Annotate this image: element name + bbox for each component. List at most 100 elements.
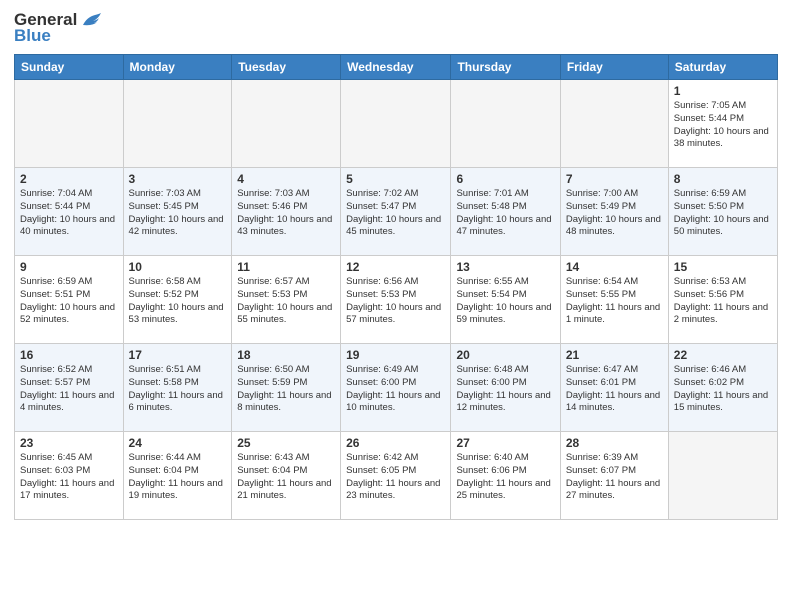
day-info: Sunrise: 6:42 AM Sunset: 6:05 PM Dayligh…	[346, 452, 445, 503]
day-info: Sunrise: 7:02 AM Sunset: 5:47 PM Dayligh…	[346, 188, 445, 239]
calendar-cell: 8 Sunrise: 6:59 AM Sunset: 5:50 PM Daylig…	[668, 168, 777, 256]
calendar-cell	[668, 432, 777, 520]
day-info: Sunrise: 7:01 AM Sunset: 5:48 PM Dayligh…	[456, 188, 554, 239]
day-info: Sunrise: 6:49 AM Sunset: 6:00 PM Dayligh…	[346, 364, 445, 415]
day-info: Sunrise: 6:48 AM Sunset: 6:00 PM Dayligh…	[456, 364, 554, 415]
calendar-week-2: 2 Sunrise: 7:04 AM Sunset: 5:44 PM Daylig…	[15, 168, 778, 256]
calendar-week-5: 23 Sunrise: 6:45 AM Sunset: 6:03 PM Dayli…	[15, 432, 778, 520]
calendar-cell: 5 Sunrise: 7:02 AM Sunset: 5:47 PM Daylig…	[341, 168, 451, 256]
weekday-header-thursday: Thursday	[451, 55, 560, 80]
day-info: Sunrise: 7:03 AM Sunset: 5:46 PM Dayligh…	[237, 188, 335, 239]
calendar-cell: 17 Sunrise: 6:51 AM Sunset: 5:58 PM Dayli…	[123, 344, 232, 432]
day-number: 27	[456, 436, 554, 450]
calendar-cell: 21 Sunrise: 6:47 AM Sunset: 6:01 PM Dayli…	[560, 344, 668, 432]
day-number: 22	[674, 348, 772, 362]
day-number: 23	[20, 436, 118, 450]
weekday-header-tuesday: Tuesday	[232, 55, 341, 80]
header: General Blue	[14, 10, 778, 46]
day-info: Sunrise: 6:47 AM Sunset: 6:01 PM Dayligh…	[566, 364, 663, 415]
calendar-cell: 20 Sunrise: 6:48 AM Sunset: 6:00 PM Dayli…	[451, 344, 560, 432]
day-info: Sunrise: 6:57 AM Sunset: 5:53 PM Dayligh…	[237, 276, 335, 327]
calendar-cell: 3Sunrise: 7:03 AM Sunset: 5:45 PM Daylig…	[123, 168, 232, 256]
calendar-cell: 23 Sunrise: 6:45 AM Sunset: 6:03 PM Dayli…	[15, 432, 124, 520]
day-info: Sunrise: 6:53 AM Sunset: 5:56 PM Dayligh…	[674, 276, 772, 327]
calendar-cell: 16Sunrise: 6:52 AM Sunset: 5:57 PM Dayli…	[15, 344, 124, 432]
day-info: Sunrise: 6:52 AM Sunset: 5:57 PM Dayligh…	[20, 364, 118, 415]
calendar-cell: 9 Sunrise: 6:59 AM Sunset: 5:51 PM Daylig…	[15, 256, 124, 344]
day-number: 3	[129, 172, 227, 186]
calendar-table: SundayMondayTuesdayWednesdayThursdayFrid…	[14, 54, 778, 520]
logo-bird-icon	[81, 11, 103, 29]
calendar-cell: 12 Sunrise: 6:56 AM Sunset: 5:53 PM Dayli…	[341, 256, 451, 344]
day-info: Sunrise: 6:44 AM Sunset: 6:04 PM Dayligh…	[129, 452, 227, 503]
calendar-cell: 27 Sunrise: 6:40 AM Sunset: 6:06 PM Dayli…	[451, 432, 560, 520]
calendar-cell: 4 Sunrise: 7:03 AM Sunset: 5:46 PM Daylig…	[232, 168, 341, 256]
calendar-cell: 14Sunrise: 6:54 AM Sunset: 5:55 PM Dayli…	[560, 256, 668, 344]
page: General Blue SundayMondayTuesdayWednesda…	[0, 0, 792, 612]
day-number: 21	[566, 348, 663, 362]
calendar-cell	[232, 80, 341, 168]
calendar-cell: 26 Sunrise: 6:42 AM Sunset: 6:05 PM Dayli…	[341, 432, 451, 520]
day-info: Sunrise: 6:59 AM Sunset: 5:51 PM Dayligh…	[20, 276, 118, 327]
day-number: 8	[674, 172, 772, 186]
day-number: 28	[566, 436, 663, 450]
calendar-cell	[15, 80, 124, 168]
day-number: 18	[237, 348, 335, 362]
day-number: 25	[237, 436, 335, 450]
calendar-cell: 10 Sunrise: 6:58 AM Sunset: 5:52 PM Dayli…	[123, 256, 232, 344]
calendar-cell: 18 Sunrise: 6:50 AM Sunset: 5:59 PM Dayli…	[232, 344, 341, 432]
day-info: Sunrise: 6:43 AM Sunset: 6:04 PM Dayligh…	[237, 452, 335, 503]
calendar-cell: 22 Sunrise: 6:46 AM Sunset: 6:02 PM Dayli…	[668, 344, 777, 432]
calendar-cell: 25 Sunrise: 6:43 AM Sunset: 6:04 PM Dayli…	[232, 432, 341, 520]
calendar-cell: 28 Sunrise: 6:39 AM Sunset: 6:07 PM Dayli…	[560, 432, 668, 520]
day-info: Sunrise: 6:45 AM Sunset: 6:03 PM Dayligh…	[20, 452, 118, 503]
day-info: Sunrise: 6:56 AM Sunset: 5:53 PM Dayligh…	[346, 276, 445, 327]
day-info: Sunrise: 6:51 AM Sunset: 5:58 PM Dayligh…	[129, 364, 227, 415]
day-number: 10	[129, 260, 227, 274]
day-number: 20	[456, 348, 554, 362]
calendar-cell: 11Sunrise: 6:57 AM Sunset: 5:53 PM Dayli…	[232, 256, 341, 344]
day-number: 19	[346, 348, 445, 362]
weekday-header-wednesday: Wednesday	[341, 55, 451, 80]
calendar-cell: 7 Sunrise: 7:00 AM Sunset: 5:49 PM Daylig…	[560, 168, 668, 256]
day-info: Sunrise: 6:58 AM Sunset: 5:52 PM Dayligh…	[129, 276, 227, 327]
logo: General Blue	[14, 10, 103, 46]
day-info: Sunrise: 6:46 AM Sunset: 6:02 PM Dayligh…	[674, 364, 772, 415]
calendar-week-1: 1Sunrise: 7:05 AM Sunset: 5:44 PM Daylig…	[15, 80, 778, 168]
day-number: 13	[456, 260, 554, 274]
calendar-cell	[123, 80, 232, 168]
calendar-cell: 24 Sunrise: 6:44 AM Sunset: 6:04 PM Dayli…	[123, 432, 232, 520]
calendar-cell: 13 Sunrise: 6:55 AM Sunset: 5:54 PM Dayli…	[451, 256, 560, 344]
day-info: Sunrise: 6:39 AM Sunset: 6:07 PM Dayligh…	[566, 452, 663, 503]
day-number: 17	[129, 348, 227, 362]
calendar-cell: 15 Sunrise: 6:53 AM Sunset: 5:56 PM Dayli…	[668, 256, 777, 344]
calendar-cell	[451, 80, 560, 168]
calendar-week-3: 9 Sunrise: 6:59 AM Sunset: 5:51 PM Daylig…	[15, 256, 778, 344]
day-info: Sunrise: 7:00 AM Sunset: 5:49 PM Dayligh…	[566, 188, 663, 239]
calendar-cell: 1Sunrise: 7:05 AM Sunset: 5:44 PM Daylig…	[668, 80, 777, 168]
day-number: 9	[20, 260, 118, 274]
weekday-header-saturday: Saturday	[668, 55, 777, 80]
day-number: 4	[237, 172, 335, 186]
day-number: 2	[20, 172, 118, 186]
day-info: Sunrise: 7:04 AM Sunset: 5:44 PM Dayligh…	[20, 188, 118, 239]
day-info: Sunrise: 6:59 AM Sunset: 5:50 PM Dayligh…	[674, 188, 772, 239]
day-number: 6	[456, 172, 554, 186]
calendar-cell	[560, 80, 668, 168]
day-info: Sunrise: 7:05 AM Sunset: 5:44 PM Dayligh…	[674, 100, 772, 151]
day-info: Sunrise: 6:55 AM Sunset: 5:54 PM Dayligh…	[456, 276, 554, 327]
day-number: 26	[346, 436, 445, 450]
day-info: Sunrise: 6:50 AM Sunset: 5:59 PM Dayligh…	[237, 364, 335, 415]
day-number: 24	[129, 436, 227, 450]
day-number: 5	[346, 172, 445, 186]
calendar-cell	[341, 80, 451, 168]
day-number: 15	[674, 260, 772, 274]
calendar-cell: 2 Sunrise: 7:04 AM Sunset: 5:44 PM Daylig…	[15, 168, 124, 256]
day-info: Sunrise: 6:54 AM Sunset: 5:55 PM Dayligh…	[566, 276, 663, 327]
day-number: 12	[346, 260, 445, 274]
day-number: 7	[566, 172, 663, 186]
day-info: Sunrise: 6:40 AM Sunset: 6:06 PM Dayligh…	[456, 452, 554, 503]
logo-blue-text: Blue	[14, 26, 51, 46]
calendar-cell: 6 Sunrise: 7:01 AM Sunset: 5:48 PM Daylig…	[451, 168, 560, 256]
calendar-header-row: SundayMondayTuesdayWednesdayThursdayFrid…	[15, 55, 778, 80]
